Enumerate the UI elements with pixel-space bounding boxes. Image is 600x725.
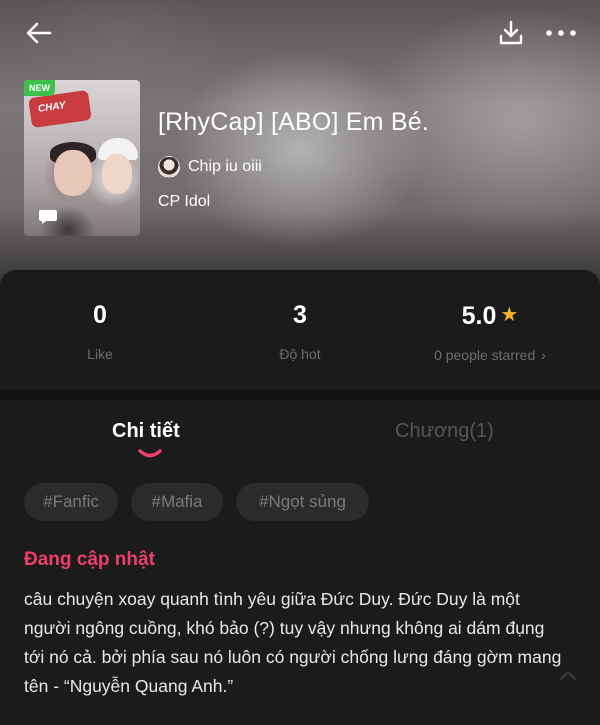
chat-bubble-icon (39, 210, 57, 224)
tab-indicator (138, 449, 162, 458)
download-icon[interactable] (496, 18, 526, 48)
rating-value-row: 5.0 ★ (390, 298, 590, 333)
book-description: câu chuyện xoay quanh tình yêu giữa Đức … (24, 589, 562, 696)
stat-label: Like (87, 346, 113, 362)
chevron-up-icon[interactable] (558, 668, 578, 682)
cover-figure (54, 150, 92, 196)
stat-value: 5.0 (461, 302, 497, 330)
new-badge: NEW (24, 80, 55, 96)
tag-chip[interactable]: #Fanfic (24, 483, 118, 521)
author-avatar[interactable] (158, 156, 180, 178)
stat-hot: 3 Độ hot (200, 298, 400, 362)
more-dots-icon[interactable] (544, 18, 578, 48)
details-panel: 0 Like 3 Độ hot 5.0 ★ 0 people starred › C… (0, 270, 600, 725)
stat-like[interactable]: 0 Like (0, 298, 200, 362)
book-title: [RhyCap] [ABO] Em Bé. (158, 108, 429, 136)
section-divider (0, 390, 600, 400)
stats-row: 0 Like 3 Độ hot 5.0 ★ 0 people starred › (0, 270, 600, 390)
tab-chapters[interactable]: Chương(1) (395, 420, 494, 443)
book-cover[interactable]: CHAY NEW (24, 80, 140, 236)
star-icon: ★ (500, 304, 519, 326)
stat-value: 3 (293, 301, 307, 329)
tab-detail[interactable]: Chi tiết (112, 420, 180, 443)
book-category[interactable]: CP Idol (158, 193, 210, 211)
rating-label-row: 0 people starred › (390, 347, 590, 363)
top-bar (0, 0, 600, 64)
arrow-left-icon[interactable] (24, 18, 54, 48)
chevron-right-icon: › (541, 347, 546, 363)
stat-value: 0 (93, 301, 107, 329)
status-text: Đang cập nhật (24, 549, 155, 570)
tag-chip[interactable]: #Ngọt sủng (236, 483, 369, 521)
cover-figure (102, 154, 132, 194)
stat-rating[interactable]: 5.0 ★ 0 people starred › (390, 298, 590, 363)
stat-label: 0 people starred (434, 347, 536, 363)
stat-label: Độ hot (279, 346, 321, 362)
author-name[interactable]: Chip iu oiii (188, 158, 262, 176)
tag-chip[interactable]: #Mafia (131, 483, 223, 521)
